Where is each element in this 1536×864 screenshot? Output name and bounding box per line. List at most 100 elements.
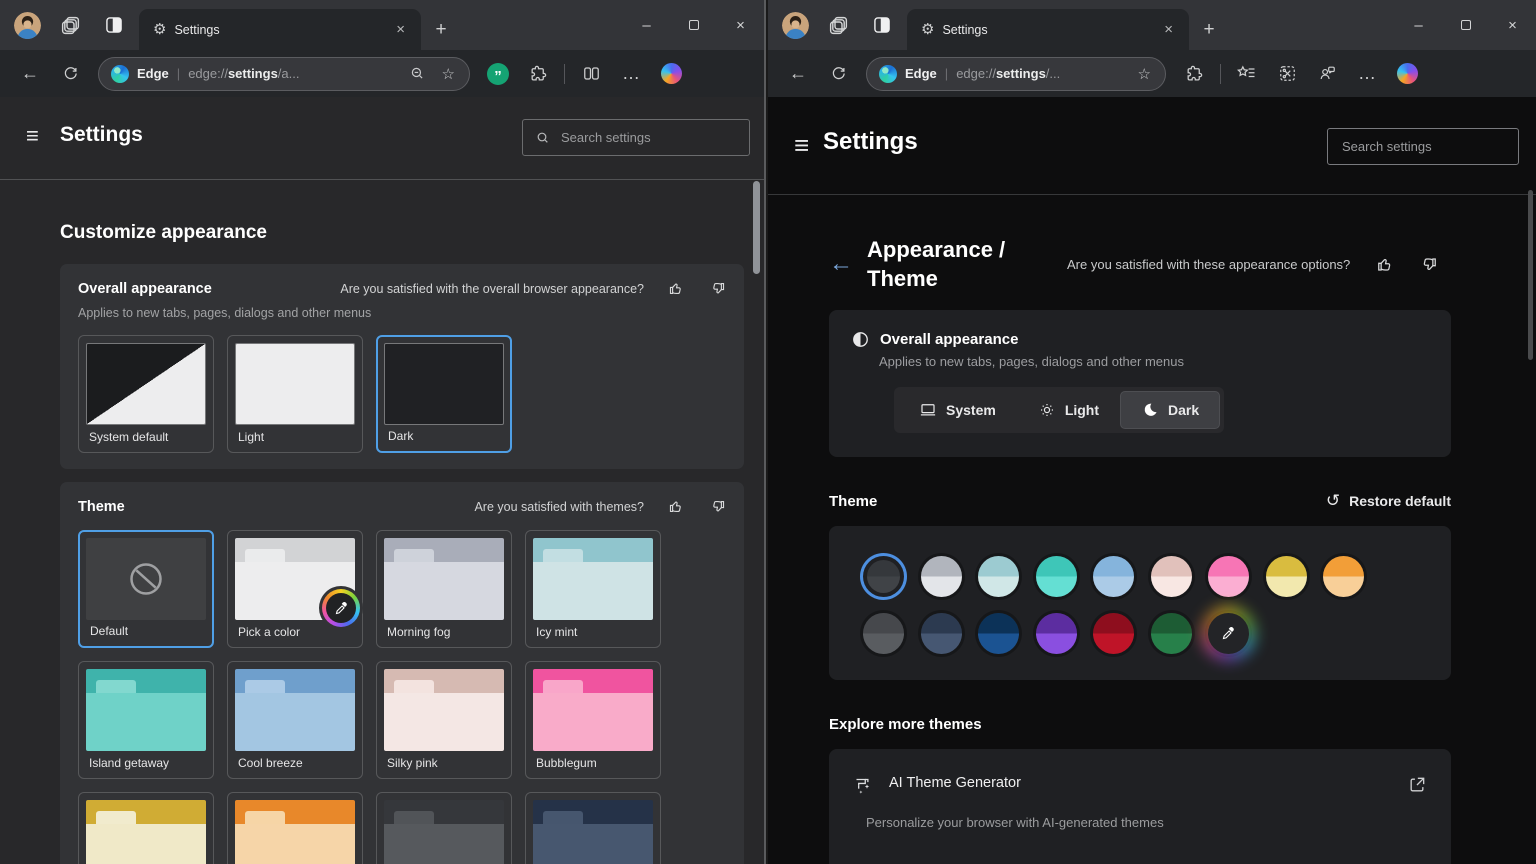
thumbs-up-icon[interactable]	[1376, 255, 1395, 274]
theme-color-swatch[interactable]	[1093, 556, 1134, 597]
split-screen-icon[interactable]	[573, 57, 609, 91]
zoom-out-icon[interactable]	[405, 65, 430, 82]
maximize-icon	[1461, 20, 1471, 30]
refresh-button[interactable]	[52, 57, 88, 91]
copilot-icon[interactable]	[653, 57, 689, 91]
new-tab-button[interactable]: +	[1189, 9, 1229, 50]
thumbs-up-icon[interactable]	[668, 280, 685, 297]
theme-color-swatch[interactable]	[1151, 613, 1192, 654]
address-bar[interactable]: Edge | edge://settings/... ☆	[866, 57, 1166, 91]
thumbs-up-icon[interactable]	[668, 498, 685, 515]
extensions-icon[interactable]	[1176, 57, 1212, 91]
back-button[interactable]: ←	[780, 57, 816, 91]
theme-color-swatch[interactable]	[978, 613, 1019, 654]
theme-tile-bubblegum[interactable]: Bubblegum	[525, 661, 661, 779]
theme-tile-island-getaway[interactable]: Island getaway	[78, 661, 214, 779]
theme-feedback-question: Are you satisfied with themes?	[474, 500, 644, 514]
theme-tile[interactable]	[78, 792, 214, 864]
close-button[interactable]: ×	[1489, 0, 1536, 50]
theme-color-swatch[interactable]	[921, 556, 962, 597]
close-button[interactable]: ×	[717, 0, 764, 50]
theme-tile-pick-a-color[interactable]: Pick a color	[227, 530, 363, 648]
ai-theme-generator-row[interactable]: AI Theme Generator	[829, 755, 1451, 808]
theme-color-swatch[interactable]	[863, 556, 904, 597]
theme-tile[interactable]	[376, 792, 512, 864]
mode-light[interactable]: Light	[1017, 391, 1120, 429]
back-button[interactable]: ←	[12, 57, 48, 91]
refresh-button[interactable]	[820, 57, 856, 91]
more-menu-icon[interactable]: …	[1349, 57, 1385, 91]
theme-color-swatch[interactable]	[1036, 556, 1077, 597]
theme-thumbnail	[533, 538, 653, 620]
theme-tile-icy-mint[interactable]: Icy mint	[525, 530, 661, 648]
copilot-icon[interactable]	[1389, 57, 1425, 91]
maximize-button[interactable]	[670, 0, 717, 50]
maximize-button[interactable]	[1442, 0, 1489, 50]
browser-essentials-icon[interactable]	[1309, 57, 1345, 91]
theme-tile-silky-pink[interactable]: Silky pink	[376, 661, 512, 779]
favorites-icon[interactable]	[1229, 57, 1265, 91]
theme-tile-default[interactable]: Default	[78, 530, 214, 648]
thumbs-down-icon[interactable]	[1419, 255, 1438, 274]
back-navigation-icon[interactable]: ←	[829, 252, 853, 276]
appearance-option-system-default[interactable]: System default	[78, 335, 214, 453]
grammarly-extension-icon[interactable]: ”	[480, 57, 516, 91]
favorite-star-icon[interactable]: ☆	[438, 65, 459, 83]
settings-menu-icon[interactable]: ≡	[26, 123, 39, 149]
theme-thumbnail	[533, 669, 653, 751]
theme-tile[interactable]	[227, 792, 363, 864]
theme-color-swatch[interactable]	[1151, 556, 1192, 597]
minimize-button[interactable]: –	[623, 0, 670, 50]
tab-settings[interactable]: ⚙ Settings ×	[139, 9, 421, 50]
tab-actions-icon[interactable]	[99, 8, 129, 42]
scrollbar[interactable]	[753, 181, 760, 274]
tab-close-icon[interactable]: ×	[1158, 21, 1179, 38]
appearance-option-light[interactable]: Light	[227, 335, 363, 453]
theme-color-swatch[interactable]	[978, 556, 1019, 597]
site-name: Edge	[137, 66, 169, 81]
new-tab-button[interactable]: +	[421, 9, 461, 50]
mode-dark[interactable]: Dark	[1120, 391, 1220, 429]
custom-color-eyedropper[interactable]	[1208, 613, 1249, 654]
favorite-star-icon[interactable]: ☆	[1134, 65, 1155, 83]
search-settings-input[interactable]: Search settings	[522, 119, 750, 156]
minimize-button[interactable]: –	[1395, 0, 1442, 50]
tab-close-icon[interactable]: ×	[390, 21, 411, 38]
more-menu-icon[interactable]: …	[613, 57, 649, 91]
theme-tile-morning-fog[interactable]: Morning fog	[376, 530, 512, 648]
theme-thumbnail	[384, 538, 504, 620]
theme-color-swatch[interactable]	[921, 613, 962, 654]
tab-actions-icon[interactable]	[867, 8, 897, 42]
scrollbar[interactable]	[1528, 190, 1533, 360]
theme-color-swatch[interactable]	[1266, 556, 1307, 597]
theme-tile[interactable]	[525, 792, 661, 864]
overall-appearance-card: Overall appearance Are you satisfied wit…	[60, 264, 744, 469]
thumbs-down-icon[interactable]	[709, 498, 726, 515]
workspaces-icon[interactable]	[823, 8, 853, 42]
workspaces-icon[interactable]	[55, 8, 85, 42]
settings-menu-icon[interactable]: ≡	[794, 130, 809, 161]
search-settings-input[interactable]: Search settings	[1327, 128, 1519, 165]
thumbs-down-icon[interactable]	[709, 280, 726, 297]
appearance-option-dark[interactable]: Dark	[376, 335, 512, 453]
profile-avatar[interactable]	[14, 12, 41, 39]
theme-color-swatch[interactable]	[1036, 613, 1077, 654]
address-bar[interactable]: Edge | edge://settings/a... ☆	[98, 57, 470, 91]
theme-color-swatch[interactable]	[1208, 556, 1249, 597]
theme-tile-cool-breeze[interactable]: Cool breeze	[227, 661, 363, 779]
mode-system[interactable]: System	[898, 391, 1017, 429]
extensions-icon[interactable]	[520, 57, 556, 91]
explore-themes-card: AI Theme Generator Personalize your brow…	[829, 749, 1451, 864]
screenshot-icon[interactable]	[1269, 57, 1305, 91]
restore-default-button[interactable]: ↺ Restore default	[1326, 491, 1451, 511]
tab-settings[interactable]: ⚙ Settings ×	[907, 9, 1189, 50]
explore-item-title: AI Theme Generator	[889, 775, 1021, 791]
theme-color-swatch[interactable]	[863, 613, 904, 654]
explore-more-themes-heading: Explore more themes	[829, 716, 1508, 733]
color-picker-icon[interactable]	[319, 586, 363, 630]
profile-avatar[interactable]	[782, 12, 809, 39]
install-themes-row[interactable]: Install themes from Edge Add-ons store	[829, 844, 1451, 864]
theme-colors-card	[829, 526, 1451, 680]
theme-color-swatch[interactable]	[1093, 613, 1134, 654]
theme-color-swatch[interactable]	[1323, 556, 1364, 597]
